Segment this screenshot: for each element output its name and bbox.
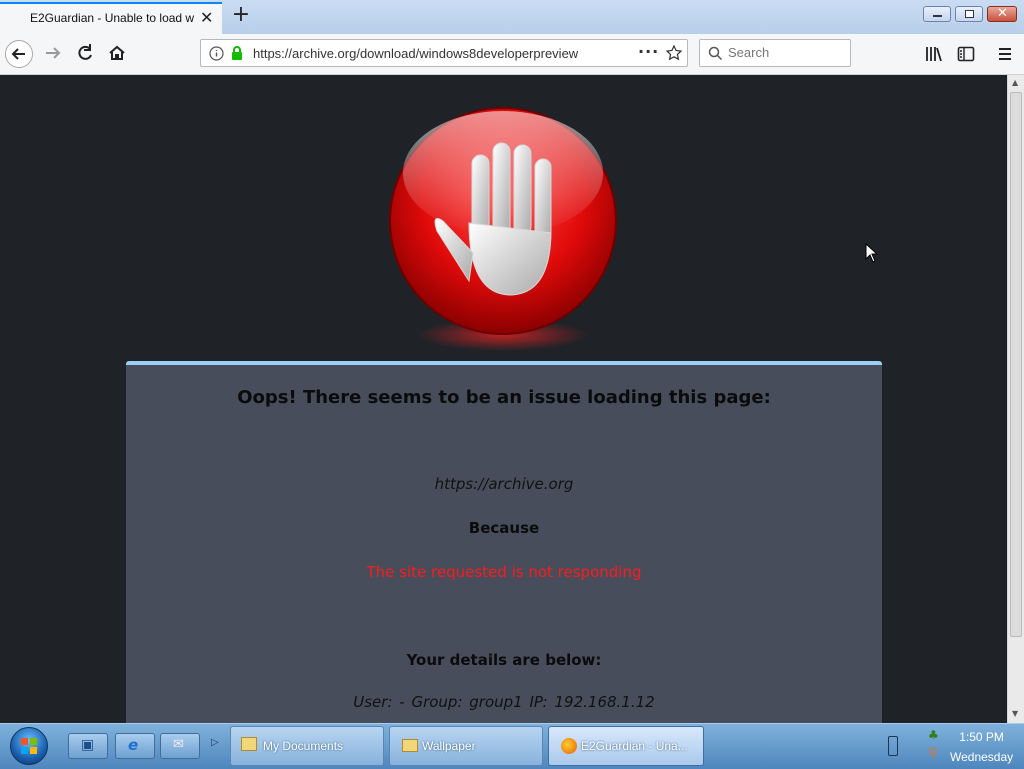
minimize-button[interactable] <box>923 6 951 22</box>
page-content: Oops! There seems to be an issue loading… <box>0 75 1007 723</box>
search-icon <box>708 46 723 61</box>
browser-titlebar: E2Guardian - Unable to load w ✕ + ✕ <box>0 0 1024 35</box>
clock-time: 1:50 PM <box>959 730 1004 744</box>
forward-arrow-icon <box>46 47 61 59</box>
navigation-toolbar: https://archive.org/download/windows8dev… <box>0 34 1024 75</box>
quick-launch-ie[interactable]: e <box>115 733 155 759</box>
tray-search-icon[interactable]: ⚲ <box>928 746 938 761</box>
show-desktop-icon[interactable] <box>888 736 898 756</box>
search-input[interactable] <box>728 45 838 60</box>
because-label: Because <box>468 519 540 537</box>
error-panel: Oops! There seems to be an issue loading… <box>126 361 882 723</box>
sidebar-icon[interactable] <box>957 45 975 63</box>
search-bar[interactable] <box>699 39 851 67</box>
page-actions-icon[interactable]: ··· <box>638 42 659 61</box>
tray-network-icon[interactable]: ♣ <box>928 728 939 742</box>
user-details: User: - Group: group1 IP: 192.168.1.12 <box>353 693 655 711</box>
taskbar-label: E2Guardian - Una... <box>581 739 688 753</box>
scroll-thumb[interactable] <box>1010 92 1022 637</box>
windows-logo-icon <box>21 738 37 754</box>
block-reason: The site requested is not responding <box>366 563 642 581</box>
restore-button[interactable] <box>955 6 983 22</box>
close-tab-icon[interactable]: ✕ <box>200 10 216 26</box>
firefox-icon <box>561 738 577 754</box>
chevron-right-icon[interactable]: ▷ <box>211 737 219 748</box>
home-button[interactable] <box>104 40 132 68</box>
url-text[interactable]: https://archive.org/download/windows8dev… <box>253 46 598 61</box>
error-heading: Oops! There seems to be an issue loading… <box>237 387 771 408</box>
reload-button[interactable] <box>72 40 100 68</box>
taskbar-button-e2guardian[interactable]: E2Guardian - Una... <box>548 726 704 766</box>
menu-hamburger-icon[interactable] <box>996 45 1014 63</box>
home-icon <box>109 45 125 60</box>
forward-button[interactable] <box>40 40 68 68</box>
tab-title: E2Guardian - Unable to load w <box>30 11 195 25</box>
tab-e2guardian[interactable]: E2Guardian - Unable to load w ✕ <box>0 2 222 34</box>
page-scrollbar[interactable]: ▲ ▼ <box>1007 75 1024 723</box>
scroll-down-icon[interactable]: ▼ <box>1012 709 1018 718</box>
close-window-icon: ✕ <box>997 6 1008 21</box>
info-icon[interactable] <box>209 46 224 61</box>
minimize-icon <box>933 15 942 17</box>
internet-explorer-icon: e <box>128 736 139 754</box>
restore-icon <box>965 10 974 18</box>
page-favicon-icon <box>10 12 24 26</box>
reload-icon <box>78 44 92 60</box>
folder-icon <box>402 739 418 752</box>
taskbar-label: My Documents <box>263 739 344 753</box>
mouse-cursor-icon <box>865 243 879 263</box>
system-clock[interactable]: 1:50 PM Wednesday <box>950 727 1013 767</box>
quick-launch-explorer[interactable]: ▣ <box>68 733 108 759</box>
mail-icon: ✉ <box>173 737 184 752</box>
back-button[interactable] <box>5 40 33 68</box>
scroll-up-icon[interactable]: ▲ <box>1012 78 1018 87</box>
close-window-button[interactable]: ✕ <box>987 6 1017 22</box>
new-tab-button[interactable]: + <box>230 4 252 27</box>
quick-launch-mail[interactable]: ✉ <box>160 733 200 759</box>
start-button[interactable] <box>10 727 48 765</box>
taskbar-button-wallpaper[interactable]: Wallpaper <box>389 726 543 766</box>
blocked-url: https://archive.org <box>434 475 574 493</box>
bookmark-star-icon[interactable] <box>666 45 682 61</box>
address-bar[interactable]: https://archive.org/download/windows8dev… <box>200 39 688 67</box>
windows-taskbar: ▣ e ✉ ▷ My Documents Wallpaper E2Guardia… <box>0 723 1024 769</box>
back-arrow-icon <box>11 48 25 60</box>
library-icon[interactable] <box>925 45 943 63</box>
details-heading: Your details are below: <box>406 651 602 669</box>
explorer-icon: ▣ <box>81 737 95 753</box>
folder-icon <box>241 737 257 751</box>
taskbar-button-my-documents[interactable]: My Documents <box>230 726 384 766</box>
taskbar-label: Wallpaper <box>422 739 476 753</box>
clock-day: Wednesday <box>950 750 1014 764</box>
secure-lock-icon[interactable] <box>230 45 244 61</box>
stop-hand-icon <box>389 107 617 351</box>
